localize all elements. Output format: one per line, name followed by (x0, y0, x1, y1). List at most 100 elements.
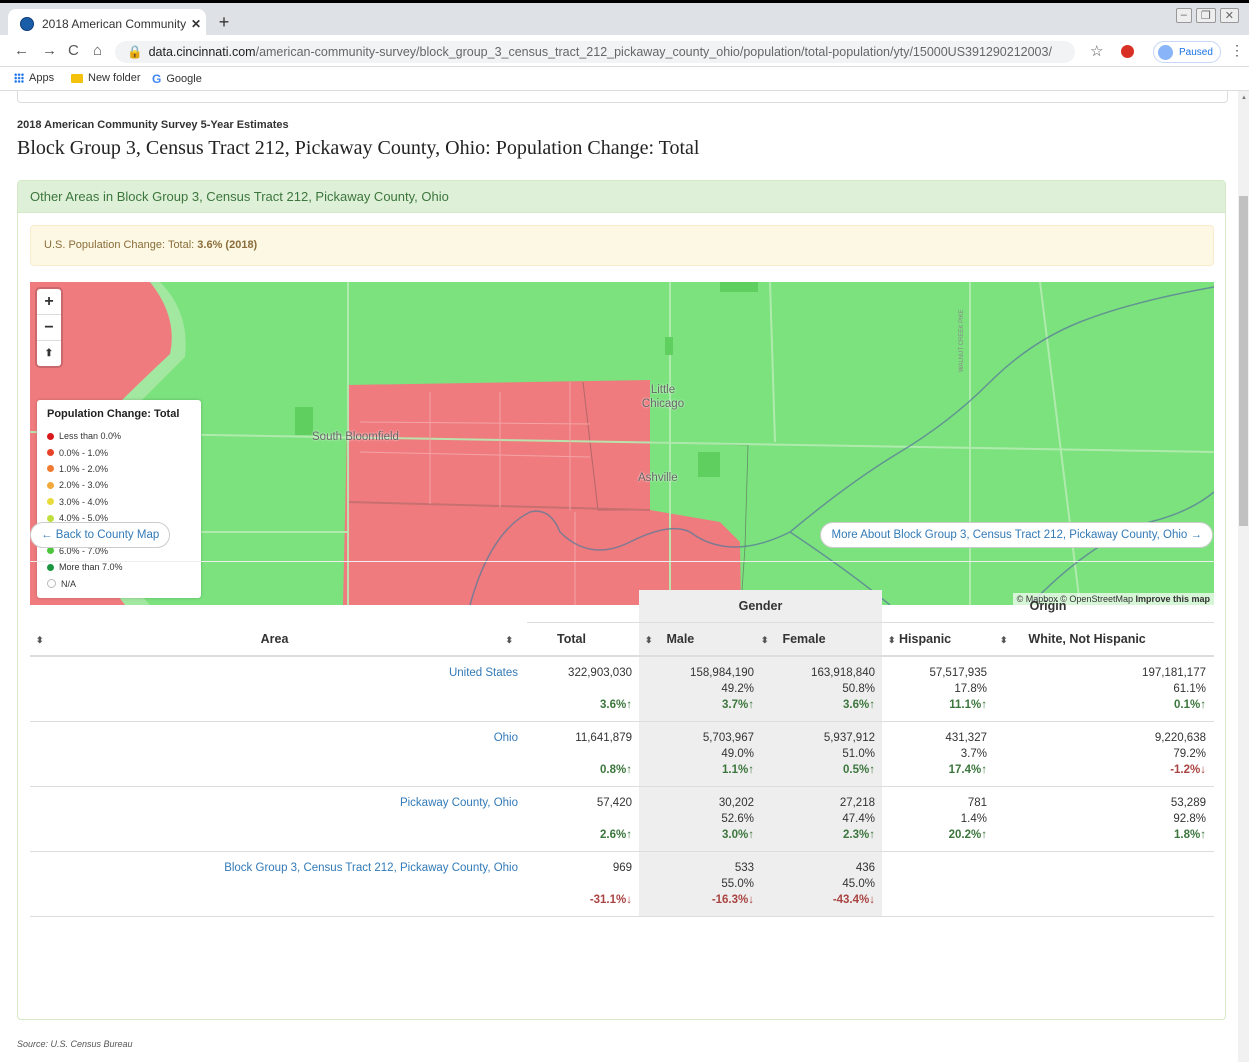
column-label: Hispanic (899, 632, 952, 646)
count-value (882, 860, 987, 876)
legend-label: Less than 0.0% (59, 431, 122, 442)
legend-swatch-icon (47, 432, 54, 440)
area-cell: Ohio (30, 721, 527, 787)
column-label: Total (557, 632, 586, 646)
more-about-area-button[interactable]: More About Block Group 3, Census Tract 2… (820, 522, 1213, 548)
scrollbar-thumb[interactable] (1239, 196, 1248, 526)
total-cell: 11,641,879 0.8%↑ (527, 721, 639, 787)
column-header-hispanic[interactable]: ⬍ Hispanic (882, 622, 994, 657)
area-link[interactable]: Block Group 3, Census Tract 212, Pickawa… (224, 862, 518, 874)
percent-value: 49.2% (721, 683, 754, 695)
bookmark-google[interactable]: G Google (152, 72, 202, 86)
male-cell: 533 55.0% -16.3%↓ (639, 851, 761, 917)
google-icon: G (152, 72, 162, 86)
lock-icon: 🔒 (127, 45, 143, 59)
area-cell: United States (30, 656, 527, 722)
column-header-area[interactable]: ⬍ Area ⬍ (30, 622, 527, 657)
sort-icon: ⬍ (505, 634, 514, 645)
site-favicon-icon (20, 16, 34, 31)
close-window-icon[interactable]: ✕ (1219, 8, 1239, 23)
source-note: Source: U.S. Census Bureau (17, 1039, 133, 1049)
choropleth-map[interactable]: WALNUT CREEK PIKE South Bloomfield Littl… (30, 282, 1214, 605)
column-header-white-not-hispanic[interactable]: ⬍ White, Not Hispanic (994, 622, 1214, 657)
back-arrow-icon[interactable]: ← (14, 42, 29, 59)
scroll-up-icon[interactable]: ▲ (1241, 95, 1247, 101)
zoom-control: + − ⬆ (37, 289, 61, 366)
count-value: 197,181,177 (1142, 667, 1206, 679)
count-value: 436 (855, 862, 875, 874)
area-link[interactable]: United States (449, 667, 518, 679)
browser-tab[interactable]: 2018 American Community Surve ✕ (8, 9, 206, 38)
profile-status-label: Paused (1179, 46, 1213, 58)
change-value: -43.4%↓ (832, 894, 875, 906)
count-value: 533 (734, 862, 754, 874)
bookmark-star-icon[interactable]: ☆ (1090, 42, 1103, 60)
change-value: 1.1%↑ (722, 764, 754, 776)
count-value: 9,220,638 (1154, 732, 1206, 744)
count-value: 11,641,879 (575, 732, 632, 744)
change-value: 2.6%↑ (600, 829, 632, 841)
zoom-out-button[interactable]: − (37, 315, 61, 341)
page-content: 2018 American Community Survey 5-Year Es… (0, 91, 1238, 1062)
forward-arrow-icon[interactable]: → (42, 42, 57, 59)
home-icon[interactable]: ⌂ (93, 42, 102, 59)
count-value: 57,517,935 (929, 667, 987, 679)
bookmark-label: Apps (29, 72, 55, 84)
percent-value (527, 746, 632, 762)
compass-reset-button[interactable]: ⬆ (37, 341, 61, 366)
hispanic-cell: 781 1.4% 20.2%↑ (882, 786, 994, 852)
column-label: Area (260, 631, 289, 646)
legend-swatch-icon (47, 498, 54, 506)
table-row: Pickaway County, Ohio 57,420 2.6%↑ 30,202 52… (30, 786, 1214, 852)
white-cell: 197,181,177 61.1% 0.1%↑ (994, 656, 1214, 722)
area-link[interactable]: Ohio (494, 732, 518, 744)
count-value: 431,327 (945, 732, 987, 744)
restore-icon[interactable]: ❐ (1195, 8, 1216, 23)
reload-icon[interactable]: C (68, 42, 79, 59)
url-input[interactable]: 🔒 data.cincinnati.com/american-community-… (115, 41, 1075, 63)
change-value: 2.3%↑ (843, 829, 875, 841)
bookmark-new-folder[interactable]: New folder (71, 72, 141, 84)
percent-value: 45.0% (842, 878, 875, 890)
bookmarks-bar: Apps New folder G Google (0, 67, 1249, 91)
area-link[interactable]: Pickaway County, Ohio (400, 797, 518, 809)
change-value: 3.6%↑ (600, 699, 632, 711)
female-cell: 5,937,912 51.0% 0.5%↑ (761, 721, 882, 787)
extension-stop-icon[interactable] (1121, 45, 1134, 58)
sort-icon: ⬍ (1000, 635, 1008, 645)
new-tab-button[interactable]: + (214, 13, 234, 33)
table-row: Block Group 3, Census Tract 212, Pickawa… (30, 851, 1214, 917)
alert-value: 3.6% (2018) (197, 239, 258, 251)
profile-button[interactable]: Paused (1153, 41, 1221, 63)
white-cell: 53,289 92.8% 1.8%↑ (994, 786, 1214, 852)
legend-swatch-icon (47, 563, 54, 571)
percent-value (994, 876, 1206, 892)
close-tab-icon[interactable]: ✕ (186, 17, 206, 31)
change-value: 20.2%↑ (948, 829, 987, 841)
percent-value: 92.8% (1173, 813, 1206, 825)
zoom-in-button[interactable]: + (37, 289, 61, 315)
legend-swatch-icon (47, 465, 54, 473)
count-value: 5,703,967 (702, 732, 754, 744)
bookmark-apps[interactable]: Apps (14, 72, 54, 84)
female-cell: 436 45.0% -43.4%↓ (761, 851, 882, 917)
browser-menu-icon[interactable]: ⋮ (1230, 42, 1244, 59)
percent-value: 79.2% (1173, 748, 1206, 760)
count-value: 27,218 (839, 797, 875, 809)
minimize-icon[interactable]: – (1175, 8, 1192, 23)
column-header-male[interactable]: ⬍ Male (639, 622, 761, 657)
window-controls: – ❐ ✕ (1175, 8, 1239, 23)
legend-label: 2.0% - 3.0% (59, 480, 109, 491)
count-value: 5,937,912 (823, 732, 875, 744)
place-label-ashville: Ashville (638, 472, 678, 484)
back-to-county-map-button[interactable]: ← Back to County Map (30, 522, 171, 548)
page-scrollbar[interactable]: ▲ (1238, 91, 1249, 1062)
column-header-female[interactable]: ⬍ Female (761, 622, 882, 657)
change-value: 1.8%↑ (1174, 829, 1206, 841)
bookmark-label: Google (166, 73, 202, 85)
percent-value: 17.8% (954, 683, 987, 695)
column-label: Male (666, 632, 695, 646)
hispanic-cell (882, 851, 994, 917)
change-value (994, 892, 1206, 908)
column-header-total[interactable]: Total (527, 622, 639, 657)
